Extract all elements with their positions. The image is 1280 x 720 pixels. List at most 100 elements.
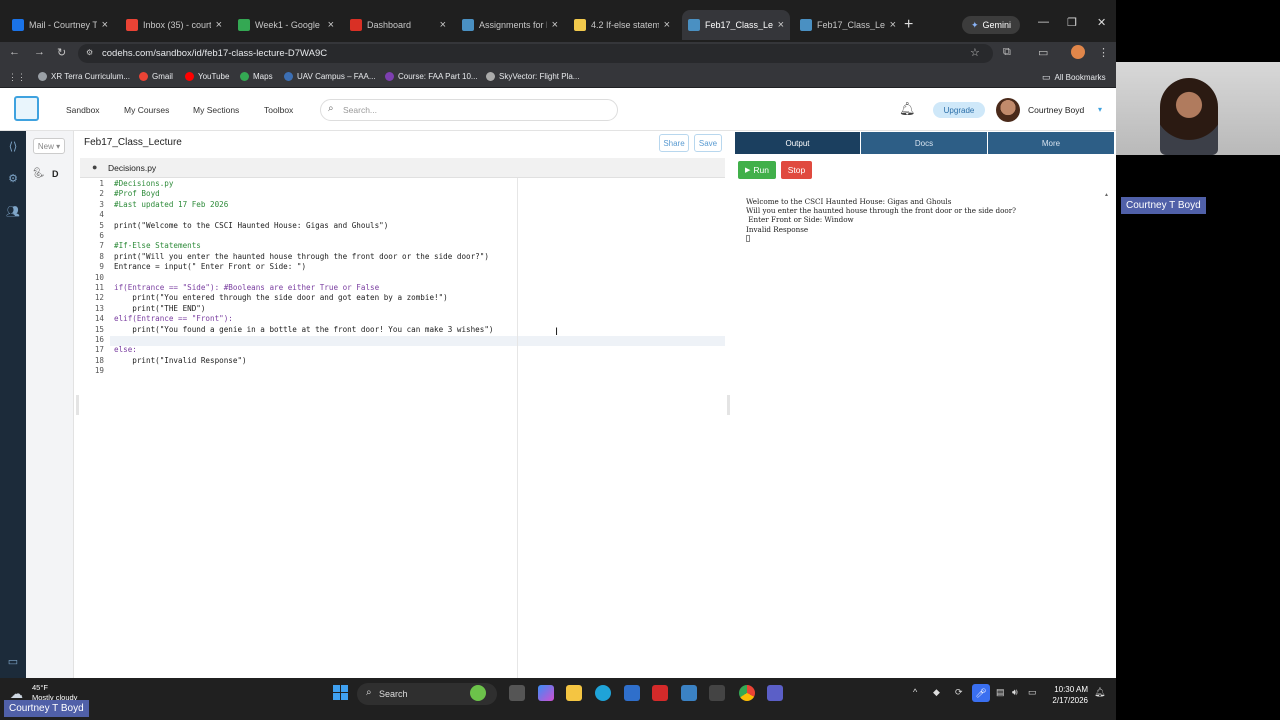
- tab-close-icon[interactable]: ×: [552, 19, 558, 31]
- tab-close-icon[interactable]: ×: [328, 19, 334, 31]
- battery-icon[interactable]: ▭: [1028, 687, 1037, 698]
- tab-close-icon[interactable]: ×: [664, 19, 670, 31]
- browser-tab[interactable]: 4.2 If-else stateme ×: [568, 10, 676, 40]
- code-line[interactable]: print("You entered through the side door…: [114, 293, 447, 303]
- code-line[interactable]: Entrance = input(" Enter Front or Side: …: [114, 262, 306, 272]
- tab-more[interactable]: More: [988, 132, 1114, 154]
- tab-output[interactable]: Output: [735, 132, 860, 154]
- code-line[interactable]: #If-Else Statements: [114, 241, 201, 251]
- browser-tab[interactable]: Week1 - Google D ×: [232, 10, 340, 40]
- browser-tab[interactable]: Assignments for B ×: [456, 10, 564, 40]
- bookmark-item[interactable]: Maps: [240, 72, 273, 81]
- chevron-down-icon[interactable]: ▾: [1098, 105, 1102, 114]
- users-icon[interactable]: 👥︎: [6, 205, 20, 219]
- nav-toolbox[interactable]: Toolbox: [264, 105, 293, 115]
- extensions-icon[interactable]: ⧉: [1003, 46, 1011, 59]
- edge-icon[interactable]: [595, 685, 611, 701]
- code-line[interactable]: #Last updated 17 Feb 2026: [114, 200, 228, 210]
- codehs-logo-icon[interactable]: [14, 96, 39, 121]
- upgrade-button[interactable]: Upgrade: [933, 102, 985, 118]
- code-line[interactable]: #Decisions.py: [114, 179, 173, 189]
- browser-tab[interactable]: Dashboard ×: [344, 10, 452, 40]
- run-button[interactable]: ▶ Run: [738, 161, 776, 179]
- right-splitter[interactable]: [727, 395, 730, 415]
- project-title[interactable]: Feb17_Class_Lecture: [84, 137, 182, 148]
- profile-icon[interactable]: [1071, 45, 1085, 59]
- nav-sandbox[interactable]: Sandbox: [66, 105, 100, 115]
- bookmark-item[interactable]: UAV Campus – FAA...: [284, 72, 376, 81]
- site-info-icon[interactable]: ⚙: [86, 48, 93, 57]
- bell-icon[interactable]: 🔔︎: [899, 101, 916, 117]
- bookmark-item[interactable]: Course: FAA Part 10...: [385, 72, 478, 81]
- minimize-icon[interactable]: —: [1038, 16, 1049, 28]
- bookmark-item[interactable]: Gmail: [139, 72, 173, 81]
- nav-my-courses[interactable]: My Courses: [124, 105, 169, 115]
- share-button[interactable]: Share: [659, 134, 689, 152]
- microphone-icon[interactable]: 🎤︎: [972, 684, 990, 702]
- bookmark-item[interactable]: XR Terra Curriculum...: [38, 72, 130, 81]
- tab-close-icon[interactable]: ×: [440, 19, 446, 31]
- code-icon[interactable]: ⟨⟩: [6, 140, 20, 154]
- code-line[interactable]: if(Entrance == "Side"): #Booleans are ei…: [114, 283, 379, 293]
- scroll-up-icon[interactable]: ▲: [1104, 192, 1109, 198]
- browser-tab[interactable]: Mail - Courtney T B ×: [6, 10, 114, 40]
- task-view-icon[interactable]: [509, 685, 525, 701]
- code-line[interactable]: print("Invalid Response"): [114, 356, 246, 366]
- apps-icon[interactable]: ⋮⋮: [8, 72, 26, 83]
- restore-icon[interactable]: ❐: [1067, 16, 1077, 29]
- teams-icon[interactable]: [767, 685, 783, 701]
- taskbar-clock[interactable]: 10:30 AM 2/17/2026: [1050, 684, 1088, 706]
- windows-start-icon[interactable]: [333, 685, 348, 700]
- tab-close-icon[interactable]: ×: [890, 19, 896, 31]
- nav-my-sections[interactable]: My Sections: [193, 105, 239, 115]
- copilot-icon[interactable]: [538, 685, 554, 701]
- new-file-button[interactable]: New ▾: [33, 138, 65, 154]
- new-tab-button[interactable]: +: [904, 16, 913, 34]
- tab-close-icon[interactable]: ×: [102, 19, 108, 31]
- browser-tab[interactable]: Feb17_Class_Lectu ×: [794, 10, 902, 40]
- code-line[interactable]: print("You found a genie in a bottle at …: [114, 325, 493, 335]
- search-input[interactable]: Search...: [320, 99, 618, 121]
- notification-icon[interactable]: 🔔︎: [1094, 687, 1105, 698]
- reload-icon[interactable]: ↻: [57, 46, 66, 59]
- code-line[interactable]: print("THE END"): [114, 304, 205, 314]
- app-m-icon[interactable]: [709, 685, 725, 701]
- console-output[interactable]: [735, 186, 1115, 678]
- close-window-icon[interactable]: ✕: [1097, 16, 1106, 29]
- code-line[interactable]: print("Will you enter the haunted house …: [114, 252, 489, 262]
- left-splitter[interactable]: [76, 395, 79, 415]
- code-line[interactable]: else:: [114, 345, 137, 355]
- stop-button[interactable]: Stop: [781, 161, 812, 179]
- taskbar-widget-icon[interactable]: [470, 685, 486, 701]
- browser-tab[interactable]: Feb17_Class_Lectu ×: [682, 10, 790, 40]
- tab-close-icon[interactable]: ×: [216, 19, 222, 31]
- bookmark-item[interactable]: SkyVector: Flight Pla...: [486, 72, 579, 81]
- folder-label[interactable]: D: [52, 169, 59, 179]
- all-bookmarks[interactable]: ▭ All Bookmarks: [1042, 72, 1106, 83]
- tab-close-icon[interactable]: ×: [778, 19, 784, 31]
- code-line[interactable]: elif(Entrance == "Front"):: [114, 314, 233, 324]
- wifi-icon[interactable]: ▤: [996, 687, 1005, 698]
- save-button[interactable]: Save: [694, 134, 722, 152]
- chrome-icon[interactable]: [739, 685, 755, 701]
- browser-tab[interactable]: Inbox (35) - courtn ×: [120, 10, 228, 40]
- user-name[interactable]: Courtney Boyd: [1028, 105, 1084, 115]
- bookmark-item[interactable]: YouTube: [185, 72, 229, 81]
- address-bar[interactable]: codehs.com/sandbox/id/feb17-class-lectur…: [78, 44, 993, 63]
- avatar[interactable]: [996, 98, 1020, 122]
- code-line[interactable]: print("Welcome to the CSCI Haunted House…: [114, 221, 388, 231]
- settings-icon[interactable]: ⚙: [6, 172, 20, 186]
- store-icon[interactable]: [624, 685, 640, 701]
- sidebar-toggle-icon[interactable]: ▭: [6, 655, 20, 669]
- bookmark-star-icon[interactable]: ☆: [970, 46, 980, 59]
- file-tab[interactable]: Decisions.py: [108, 163, 156, 173]
- code-line[interactable]: #Prof Boyd: [114, 189, 160, 199]
- tray-app-icon[interactable]: ◆: [933, 687, 940, 698]
- menu-icon[interactable]: ⋮: [1098, 46, 1109, 59]
- app-l-icon[interactable]: [652, 685, 668, 701]
- tray-sync-icon[interactable]: ⟳: [955, 687, 963, 698]
- tray-chevron-icon[interactable]: ^: [913, 687, 917, 697]
- file-explorer-icon[interactable]: [566, 685, 582, 701]
- console-cursor[interactable]: [746, 235, 750, 242]
- volume-icon[interactable]: 🔊︎: [1012, 687, 1018, 698]
